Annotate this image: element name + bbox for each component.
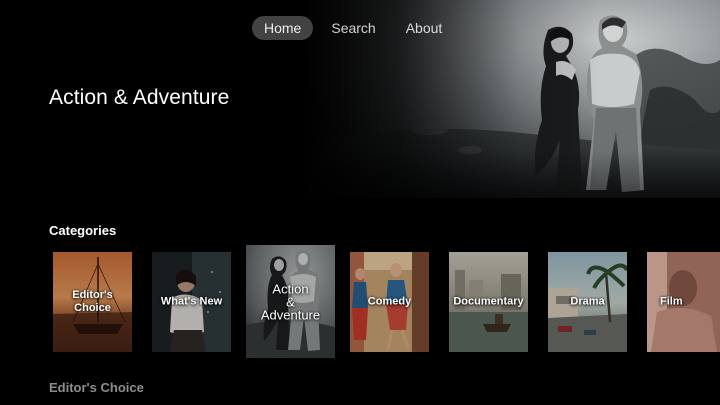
tile-label-line: Film — [660, 295, 683, 308]
tile-label-line: Editor's — [72, 289, 113, 301]
tab-search[interactable]: Search — [319, 16, 387, 40]
tile-label-line: Drama — [570, 295, 605, 308]
tile-label: What's New — [152, 296, 231, 309]
tv-app-screen: Action & Adventure Home Search About Cat… — [0, 0, 720, 405]
top-nav: Home Search About — [252, 14, 454, 42]
tab-home[interactable]: Home — [252, 16, 314, 40]
tile-label-line: Choice — [74, 302, 111, 314]
hero-bottom-fade — [0, 150, 720, 198]
tile-label-line: Adventure — [260, 307, 321, 322]
tile-label: Documentary — [449, 296, 528, 309]
category-tile-film[interactable]: Film — [647, 252, 720, 352]
tile-label: Comedy — [350, 296, 429, 309]
tile-label-line: Documentary — [453, 295, 524, 308]
categories-heading: Categories — [49, 223, 117, 238]
category-tile-comedy[interactable]: Comedy — [350, 252, 429, 352]
tile-label: Action & Adventure — [246, 282, 335, 321]
tile-label: Film — [647, 296, 720, 309]
category-tile-editors-choice[interactable]: Editor's Choice — [53, 252, 132, 352]
editors-choice-heading: Editor's Choice — [49, 380, 144, 395]
hero-title: Action & Adventure — [49, 86, 230, 109]
category-tile-action-adventure[interactable]: Action & Adventure — [246, 245, 335, 358]
tile-label: Drama — [548, 296, 627, 309]
tile-label-line: What's New — [160, 295, 223, 308]
tile-label-line: Comedy — [367, 295, 412, 308]
category-tile-drama[interactable]: Drama — [548, 252, 627, 352]
category-tile-documentary[interactable]: Documentary — [449, 252, 528, 352]
tile-label: Editor's Choice — [53, 289, 132, 315]
tab-about[interactable]: About — [394, 16, 455, 40]
category-tile-whats-new[interactable]: What's New — [152, 252, 231, 352]
